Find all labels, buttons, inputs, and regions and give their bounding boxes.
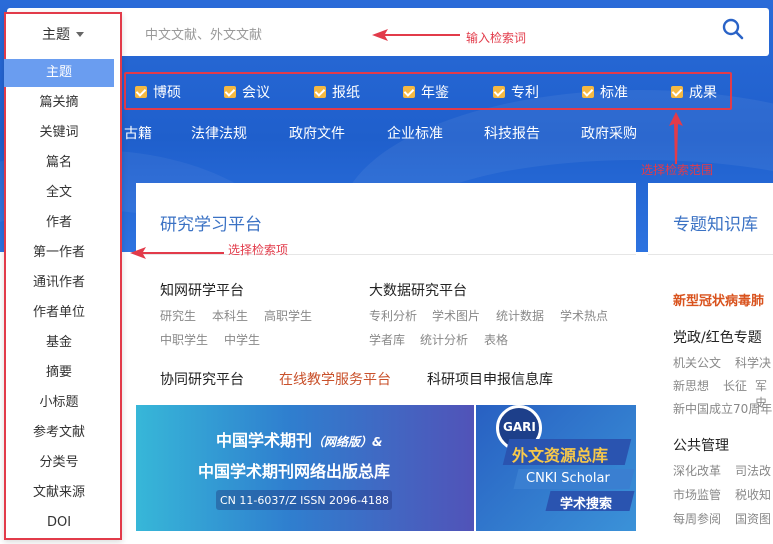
banner-right-search: 学术搜索 bbox=[560, 497, 613, 512]
link-sub[interactable]: 高职学生 bbox=[264, 307, 312, 324]
link-sub[interactable]: 市场监管 bbox=[673, 486, 721, 503]
link-sub[interactable]: 表格 bbox=[484, 331, 508, 348]
search-input[interactable]: 中文文献、外文文献 bbox=[145, 24, 262, 43]
dropdown-item[interactable]: 全文 bbox=[4, 179, 114, 207]
link-sub[interactable]: 每周参阅 bbox=[673, 510, 721, 527]
link-zhiwang[interactable]: 知网研学平台 bbox=[160, 280, 244, 300]
link-sub[interactable]: 研究生 bbox=[160, 307, 196, 324]
category-keji-baogao[interactable]: 科技报告 bbox=[484, 123, 540, 143]
scope-checkbox-zhuanli[interactable]: 专利 bbox=[493, 83, 539, 101]
annotation-input-keyword: 输入检索词 bbox=[466, 31, 527, 45]
scope-checkbox-chengguo[interactable]: 成果 bbox=[671, 83, 717, 101]
category-guji[interactable]: 古籍 bbox=[124, 123, 152, 143]
annotation-arrow bbox=[372, 29, 460, 41]
dropdown-item[interactable]: 关键词 bbox=[4, 119, 114, 147]
scope-checkbox-huiyi[interactable]: 会议 bbox=[224, 83, 270, 101]
annotation-select-range: 选择检索范围 bbox=[641, 163, 714, 177]
caret-down-icon bbox=[76, 31, 84, 37]
dropdown-item[interactable]: 作者单位 bbox=[4, 299, 114, 327]
link-online-teaching[interactable]: 在线教学服务平台 bbox=[279, 369, 391, 389]
gari-label: GARI bbox=[503, 420, 536, 434]
search-icon bbox=[722, 18, 744, 40]
link-sub[interactable]: 中学生 bbox=[224, 331, 260, 348]
dropdown-item[interactable]: 摘要 bbox=[4, 359, 114, 387]
dropdown-item[interactable]: 作者 bbox=[4, 209, 114, 237]
link-sub[interactable]: 税收知 bbox=[735, 486, 771, 503]
link-project[interactable]: 科研项目申报信息库 bbox=[427, 369, 553, 389]
special-card-title: 专题知识库 bbox=[673, 215, 758, 235]
link-party[interactable]: 党政/红色专题 bbox=[673, 327, 762, 347]
dropdown-item[interactable]: 主题 bbox=[4, 59, 114, 87]
checkbox-icon bbox=[224, 86, 236, 98]
annotation-arrow bbox=[669, 112, 683, 164]
link-sub[interactable]: 国资图 bbox=[735, 510, 771, 527]
scope-checkbox-boshuo[interactable]: 博硕 bbox=[135, 83, 181, 101]
dropdown-item[interactable]: 参考文献 bbox=[4, 419, 114, 447]
link-sub[interactable]: 统计数据 bbox=[496, 307, 544, 324]
checkbox-icon bbox=[314, 86, 326, 98]
research-card-title: 研究学习平台 bbox=[160, 215, 262, 235]
dropdown-trigger[interactable]: 主题 bbox=[42, 24, 84, 44]
link-sub[interactable]: 新中国成立70周年 bbox=[673, 400, 772, 417]
link-sub[interactable]: 中职学生 bbox=[160, 331, 208, 348]
link-sub[interactable]: 深化改革 bbox=[673, 462, 721, 479]
annotation-select-field: 选择检索项 bbox=[228, 243, 289, 257]
dropdown-item[interactable]: 第一作者 bbox=[4, 239, 114, 267]
checkbox-icon bbox=[493, 86, 505, 98]
dropdown-item[interactable]: 通讯作者 bbox=[4, 269, 114, 297]
annotation-arrow bbox=[130, 247, 224, 259]
dropdown-item[interactable]: 文献来源 bbox=[4, 479, 114, 507]
link-public[interactable]: 公共管理 bbox=[673, 435, 729, 455]
link-sub[interactable]: 机关公文 bbox=[673, 354, 721, 371]
banner-title-line2: 中国学术期刊网络出版总库 bbox=[198, 462, 391, 481]
banner-right-title: 外文资源总库 bbox=[512, 446, 609, 465]
dropdown-item[interactable]: 分类号 bbox=[4, 449, 114, 477]
category-zhengfu-caigou[interactable]: 政府采购 bbox=[581, 123, 637, 143]
category-zhengfu-wenjian[interactable]: 政府文件 bbox=[289, 123, 345, 143]
scope-checkbox-biaozhun[interactable]: 标准 bbox=[582, 83, 628, 101]
link-sub[interactable]: 学术热点 bbox=[560, 307, 608, 324]
checkbox-icon bbox=[403, 86, 415, 98]
link-sub[interactable]: 科学决 bbox=[735, 354, 771, 371]
divider bbox=[648, 254, 773, 255]
banner-title-line1: 中国学术期刊（网络版）& bbox=[216, 431, 383, 450]
link-sub[interactable]: 学术图片 bbox=[432, 307, 480, 324]
category-falv[interactable]: 法律法规 bbox=[191, 123, 247, 143]
link-sub[interactable]: 本科生 bbox=[212, 307, 248, 324]
dropdown-item[interactable]: 篇关摘 bbox=[4, 89, 114, 117]
link-bigdata[interactable]: 大数据研究平台 bbox=[369, 280, 467, 300]
link-sub[interactable]: 学者库 bbox=[369, 331, 405, 348]
link-sub[interactable]: 专利分析 bbox=[369, 307, 417, 324]
scope-checkbox-baozhi[interactable]: 报纸 bbox=[314, 83, 360, 101]
dropdown-item[interactable]: 基金 bbox=[4, 329, 114, 357]
link-sub[interactable]: 司法改 bbox=[735, 462, 771, 479]
banner-issn: CN 11-6037/Z ISSN 2096-4188 bbox=[220, 494, 389, 507]
dropdown-item[interactable]: 小标题 bbox=[4, 389, 114, 417]
scope-checkbox-nianjian[interactable]: 年鉴 bbox=[403, 83, 449, 101]
link-sub[interactable]: 新思想 bbox=[673, 377, 709, 394]
search-button[interactable] bbox=[718, 14, 748, 44]
checkbox-icon bbox=[135, 86, 147, 98]
link-collab[interactable]: 协同研究平台 bbox=[160, 369, 244, 389]
link-sub[interactable]: 统计分析 bbox=[420, 331, 468, 348]
banner-right-scholar: CNKI Scholar bbox=[526, 471, 610, 486]
dropdown-item[interactable]: DOI bbox=[4, 509, 114, 537]
category-qiye-biaozhun[interactable]: 企业标准 bbox=[387, 123, 443, 143]
link-sub[interactable]: 长征 bbox=[723, 377, 747, 394]
checkbox-icon bbox=[582, 86, 594, 98]
link-covid[interactable]: 新型冠状病毒肺 bbox=[673, 290, 764, 309]
dropdown-item[interactable]: 篇名 bbox=[4, 149, 114, 177]
checkbox-icon bbox=[671, 86, 683, 98]
